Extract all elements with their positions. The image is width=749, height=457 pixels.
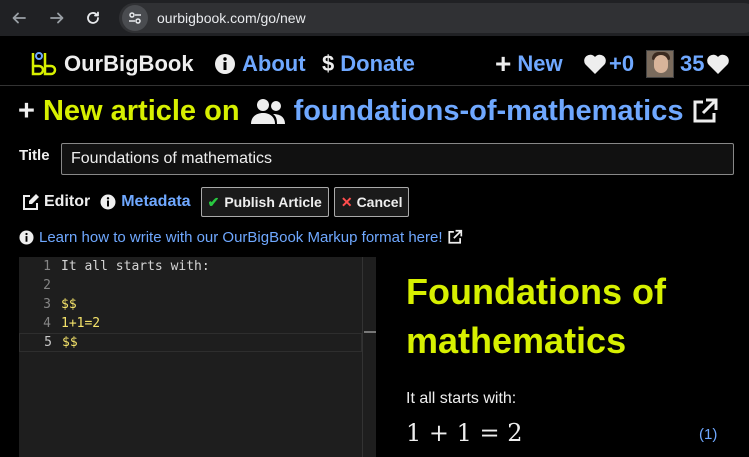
user-profile-link[interactable]: 35	[646, 41, 730, 86]
title-label: Title	[19, 147, 50, 164]
address-bar[interactable]: ourbigbook.com/go/new	[119, 3, 749, 33]
likes-link[interactable]: +0	[583, 41, 634, 86]
tab-metadata-label: Metadata	[121, 193, 191, 210]
donate-link[interactable]: $ Donate	[322, 41, 415, 86]
tab-editor[interactable]: Editor	[22, 193, 90, 211]
plus-icon: +	[495, 47, 512, 79]
editor-line[interactable]: 2	[19, 276, 362, 295]
editor-line[interactable]: 4 1+1=2	[19, 314, 362, 333]
arrow-left-icon	[12, 12, 26, 24]
heart-icon	[583, 53, 607, 75]
editor-line[interactable]: 1 It all starts with:	[19, 257, 362, 276]
editor-line[interactable]: 3 $$	[19, 295, 362, 314]
forward-button[interactable]	[47, 8, 67, 28]
site-info-button[interactable]	[122, 5, 148, 31]
line-number: 3	[43, 297, 51, 312]
preview-math-block: 1 + 1 = 2	[406, 419, 523, 447]
avatar	[646, 49, 674, 78]
scrollbar-cursor-marker	[364, 331, 376, 333]
url-text: ourbigbook.com/go/new	[157, 10, 306, 26]
line-number: 4	[43, 316, 51, 331]
page-title-lead: New article on	[42, 94, 240, 127]
info-icon	[100, 194, 116, 210]
reload-icon	[87, 11, 99, 24]
external-link-icon	[447, 229, 462, 244]
markup-editor[interactable]: 1 It all starts with: 2 3 $$ 4 1+1=2 5 $…	[19, 257, 376, 457]
publish-article-button[interactable]: ✔ Publish Article	[200, 187, 329, 217]
donate-label: Donate	[340, 50, 415, 76]
plus-icon: +	[18, 94, 35, 127]
editor-scrollbar[interactable]	[362, 257, 376, 457]
brand-name: OurBigBook	[64, 50, 194, 76]
site-navbar: OurBigBook About $ Donate + New +0 35	[0, 41, 749, 86]
users-icon	[250, 99, 285, 124]
cancel-label: Cancel	[356, 194, 403, 210]
ourbigbook-logo-icon	[30, 49, 58, 78]
line-code: It all starts with:	[61, 259, 210, 274]
article-preview: Foundations of mathematics It all starts…	[384, 257, 749, 457]
editor-line-current[interactable]: 5 $$	[19, 333, 362, 352]
dollar-icon: $	[322, 50, 335, 76]
heart-icon	[706, 53, 730, 75]
preview-heading: Foundations of mathematics	[406, 271, 666, 361]
user-score: 35	[680, 50, 705, 76]
about-label: About	[242, 50, 306, 76]
line-number: 5	[44, 335, 52, 350]
info-icon	[19, 229, 34, 245]
about-link[interactable]: About	[214, 41, 306, 86]
external-link-icon[interactable]	[691, 97, 719, 125]
info-icon	[214, 53, 236, 75]
line-number: 2	[43, 278, 51, 293]
close-icon: ✕	[340, 193, 353, 210]
tab-metadata[interactable]: Metadata	[100, 193, 191, 211]
line-number: 1	[43, 259, 51, 274]
editor-toolbar: Editor Metadata ✔ Publish Article ✕ Canc…	[22, 187, 414, 217]
reload-button[interactable]	[83, 8, 103, 28]
brand-link[interactable]: OurBigBook	[30, 41, 194, 86]
publish-label: Publish Article	[224, 194, 322, 210]
tab-editor-label: Editor	[44, 193, 91, 210]
likes-count: +0	[609, 50, 635, 76]
cancel-button[interactable]: ✕ Cancel	[333, 187, 410, 217]
preview-paragraph: It all starts with:	[406, 390, 517, 407]
title-input[interactable]	[61, 143, 734, 175]
line-code: 1+1=2	[61, 316, 101, 331]
check-icon: ✔	[207, 193, 220, 210]
back-button[interactable]	[9, 8, 29, 28]
new-label: New	[517, 50, 563, 76]
main-content: + New article on foundations-of-mathemat…	[0, 87, 749, 457]
equation-number-link[interactable]: (1)	[699, 426, 717, 443]
browser-toolbar: ourbigbook.com/go/new	[0, 0, 749, 36]
topic-link[interactable]: foundations-of-mathematics	[294, 95, 684, 128]
tune-icon	[129, 12, 141, 24]
new-article-link[interactable]: + New	[495, 41, 563, 86]
line-code: $$	[62, 335, 78, 350]
arrow-right-icon	[50, 12, 64, 24]
help-text: Learn how to write with our OurBigBook M…	[39, 228, 443, 246]
page-title: + New article on foundations-of-mathemat…	[18, 93, 719, 129]
edit-icon	[23, 194, 39, 210]
markup-help-link[interactable]: Learn how to write with our OurBigBook M…	[19, 227, 463, 247]
line-code: $$	[61, 297, 77, 312]
